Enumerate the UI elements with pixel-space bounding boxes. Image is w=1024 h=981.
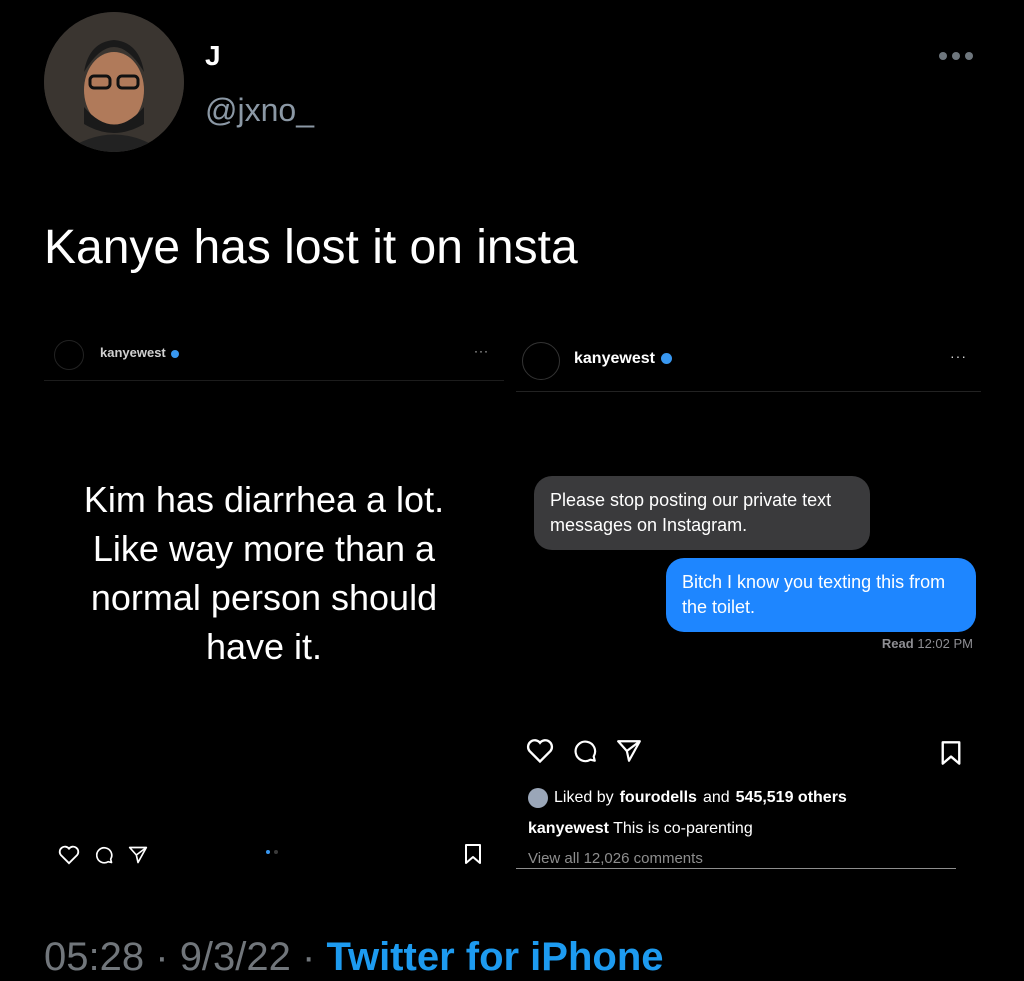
comment-icon[interactable] [572, 738, 598, 764]
comment-icon[interactable] [94, 845, 114, 865]
heart-icon[interactable] [58, 845, 80, 865]
post-caption: kanyewest This is co-parenting [528, 820, 753, 837]
display-name[interactable]: J [205, 40, 221, 72]
liker-username[interactable]: fourodells [620, 789, 697, 807]
heart-icon[interactable] [526, 738, 554, 764]
post-actions [526, 738, 642, 764]
read-receipt: Read 12:02 PM [881, 636, 973, 651]
left-instagram-post[interactable]: kanyewest ··· Kim has diarrhea a lot. Li… [44, 330, 504, 875]
right-instagram-post[interactable]: kanyewest ··· Please stop posting our pr… [516, 330, 981, 890]
post-avatar[interactable] [54, 340, 84, 370]
tweet-metadata: 05:28 · 9/3/22 · Twitter for iPhone [44, 935, 664, 979]
post-more-icon[interactable]: ··· [950, 348, 967, 364]
liker-avatar [528, 788, 548, 808]
likes-summary[interactable]: Liked by fourodells and 545,519 others [528, 788, 847, 808]
bookmark-icon[interactable] [464, 843, 482, 870]
bookmark-icon[interactable] [940, 740, 962, 771]
divider [44, 380, 504, 381]
tweet-time: 05:28 [44, 935, 145, 979]
share-icon[interactable] [616, 738, 642, 764]
post-more-icon[interactable]: ··· [474, 344, 489, 358]
tweet-date: 9/3/22 [179, 935, 291, 979]
avatar[interactable] [44, 12, 184, 152]
post-username[interactable]: kanyewest [574, 350, 672, 368]
verified-badge-icon [170, 349, 179, 358]
view-comments-link[interactable]: View all 12,026 comments [528, 850, 703, 867]
divider [516, 391, 981, 392]
post-actions [58, 845, 148, 865]
user-handle[interactable]: @jxno_ [205, 92, 314, 129]
outgoing-message-bubble: Bitch I know you texting this from the t… [666, 558, 976, 632]
share-icon[interactable] [128, 845, 148, 865]
tweet-client-link[interactable]: Twitter for iPhone [326, 935, 663, 979]
more-options-icon[interactable] [934, 48, 978, 64]
likes-count[interactable]: 545,519 others [736, 789, 847, 807]
post-avatar[interactable] [522, 342, 560, 380]
post-username[interactable]: kanyewest [100, 345, 179, 360]
carousel-dots [266, 850, 278, 854]
tweet-text: Kanye has lost it on insta [44, 221, 578, 274]
incoming-message-bubble: Please stop posting our private text mes… [534, 476, 870, 550]
post-quote-text: Kim has diarrhea a lot. Like way more th… [83, 479, 445, 667]
verified-badge-icon [660, 353, 672, 365]
divider [516, 868, 956, 869]
